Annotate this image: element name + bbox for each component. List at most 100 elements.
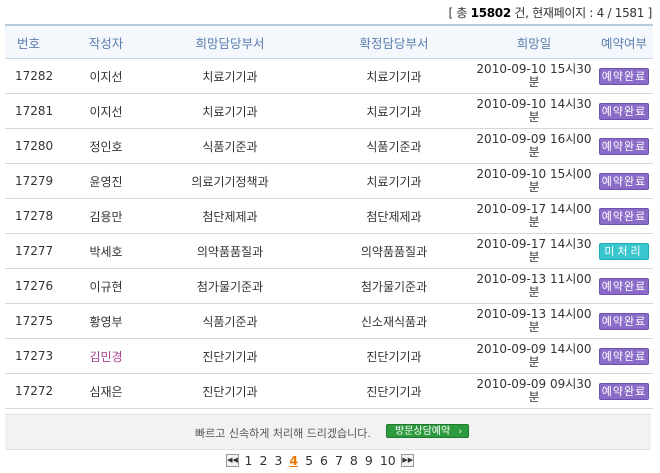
cell-status: 예약완료 (595, 198, 653, 234)
page-link[interactable]: 10 (380, 453, 396, 468)
banner-message: 빠르고 신속하게 처리해 드리겠습니다. (195, 427, 371, 440)
table-row[interactable]: 17272 심재은 진단기기과 진단기기과 2010-09-09 09시30 분 예약완료 (5, 373, 653, 409)
date-line-2: 분 (528, 250, 540, 264)
cell-date: 2010-09-10 15시30 분 (473, 58, 595, 94)
table-row[interactable]: 17276 이규현 첨가물기준과 첨가물기준과 2010-09-13 11시00 분 예약완… (5, 268, 653, 304)
header-writer: 작성자 (67, 24, 145, 59)
cell-status: 예약완료 (595, 93, 653, 129)
cell-want-dept: 의약품품질과 (145, 233, 315, 269)
date-line-2: 분 (528, 180, 540, 194)
cell-date: 2010-09-17 14시00 분 (473, 198, 595, 234)
status-badge[interactable]: 미처리 (599, 242, 649, 260)
date-line-2: 분 (528, 215, 540, 229)
arrow-right-icon: › (458, 427, 462, 437)
page-link[interactable]: 7 (335, 453, 343, 468)
cell-fixed-dept: 진단기기과 (315, 338, 473, 374)
cell-want-dept: 진단기기과 (145, 373, 315, 409)
cell-fixed-dept: 치료기기과 (315, 93, 473, 129)
cell-status: 예약완료 (595, 128, 653, 164)
current-page-link[interactable]: 4 (289, 453, 298, 468)
status-badge[interactable]: 예약완료 (599, 102, 649, 120)
visit-consult-button[interactable]: 방문상담예약 › (386, 424, 469, 438)
cell-no: 17277 (5, 233, 67, 269)
cell-fixed-dept: 치료기기과 (315, 58, 473, 94)
table-row[interactable]: 17278 김용만 첨단제제과 첨단제제과 2010-09-17 14시00 분 예약완료 (5, 198, 653, 234)
page-link[interactable]: 1 (245, 453, 253, 468)
cell-date: 2010-09-13 11시00 분 (473, 268, 595, 304)
cell-writer: 박세호 (67, 233, 145, 269)
first-page-button[interactable]: ◀◀ (226, 453, 239, 467)
date-line-2: 분 (528, 355, 540, 369)
cell-fixed-dept: 신소재식품과 (315, 303, 473, 339)
cell-date: 2010-09-09 09시30 분 (473, 373, 595, 409)
cell-no: 17272 (5, 373, 67, 409)
cell-want-dept: 의료기기정책과 (145, 163, 315, 199)
date-line-2: 분 (528, 110, 540, 124)
page-link[interactable]: 6 (320, 453, 328, 468)
cell-no: 17273 (5, 338, 67, 374)
cell-fixed-dept: 식품기준과 (315, 128, 473, 164)
cell-status: 미처리 (595, 233, 653, 269)
table-header-row: 번호 작성자 희망담당부서 확정담당부서 희망일 예약여부 (5, 24, 653, 59)
page-link[interactable]: 2 (259, 453, 267, 468)
table-row[interactable]: 17279 윤영진 의료기기정책과 치료기기과 2010-09-10 15시00 분 예약완… (5, 163, 653, 199)
date-line-2: 분 (528, 320, 540, 334)
page-link[interactable]: 8 (350, 453, 358, 468)
table-row[interactable]: 17281 이지선 치료기기과 치료기기과 2010-09-10 14시30 분 예약완료 (5, 93, 653, 129)
table-row[interactable]: 17273 김민경 진단기기과 진단기기과 2010-09-09 14시00 분 예약완료 (5, 338, 653, 374)
cell-date: 2010-09-09 16시00 분 (473, 128, 595, 164)
cell-no: 17279 (5, 163, 67, 199)
page-link[interactable]: 9 (365, 453, 373, 468)
cell-no: 17275 (5, 303, 67, 339)
status-badge[interactable]: 예약완료 (599, 382, 649, 400)
table-row[interactable]: 17280 정인호 식품기준과 식품기준과 2010-09-09 16시00 분 예약완료 (5, 128, 653, 164)
status-badge[interactable]: 예약완료 (599, 172, 649, 190)
status-badge[interactable]: 예약완료 (599, 137, 649, 155)
table-row[interactable]: 17277 박세호 의약품품질과 의약품품질과 2010-09-17 14시30 분 미처리 (5, 233, 653, 269)
date-line-2: 분 (528, 390, 540, 404)
cell-fixed-dept: 치료기기과 (315, 163, 473, 199)
page-link[interactable]: 3 (274, 453, 282, 468)
cell-fixed-dept: 첨가물기준과 (315, 268, 473, 304)
header-no: 번호 (5, 24, 67, 59)
cell-status: 예약완료 (595, 268, 653, 304)
cell-writer: 이규현 (67, 268, 145, 304)
reservation-table: 번호 작성자 희망담당부서 확정담당부서 희망일 예약여부 17282 이지선 치료… (5, 24, 653, 409)
cell-status: 예약완료 (595, 338, 653, 374)
cell-date: 2010-09-13 14시00 분 (473, 303, 595, 339)
cell-date: 2010-09-10 14시30 분 (473, 93, 595, 129)
table-row[interactable]: 17282 이지선 치료기기과 치료기기과 2010-09-10 15시30 분 예약완료 (5, 58, 653, 94)
cell-fixed-dept: 의약품품질과 (315, 233, 473, 269)
cell-writer: 심재은 (67, 373, 145, 409)
status-badge[interactable]: 예약완료 (599, 277, 649, 295)
last-page-button[interactable]: ▶▶ (401, 453, 415, 467)
pagination: ◀◀ 1 2 3 4 5 6 7 8 9 10 ▶▶ (224, 452, 416, 468)
cell-date: 2010-09-17 14시30 분 (473, 233, 595, 269)
table-row[interactable]: 17275 황영부 식품기준과 신소재식품과 2010-09-13 14시00 분 예약완료 (5, 303, 653, 339)
cell-writer: 김민경 (67, 338, 145, 374)
date-line-2: 분 (528, 75, 540, 89)
cell-no: 17280 (5, 128, 67, 164)
header-fixed-dept: 확정담당부서 (315, 24, 473, 59)
date-line-2: 분 (528, 145, 540, 159)
status-badge[interactable]: 예약완료 (599, 347, 649, 365)
cell-writer: 이지선 (67, 93, 145, 129)
status-badge[interactable]: 예약완료 (599, 67, 649, 85)
page: [ 총 15802 건, 현재페이지 : 4 / 1581 ] 번호 작성자 희… (0, 0, 660, 473)
page-link[interactable]: 5 (305, 453, 313, 468)
total-count: 15802 (470, 6, 512, 20)
header-status: 예약여부 (595, 24, 653, 59)
consult-banner: 빠르고 신속하게 처리해 드리겠습니다. 방문상담예약 › (5, 414, 651, 450)
list-summary: [ 총 15802 건, 현재페이지 : 4 / 1581 ] (448, 4, 652, 21)
page-number-list: 1 2 3 4 5 6 7 8 9 10 (241, 453, 399, 468)
cell-want-dept: 식품기준과 (145, 128, 315, 164)
status-badge[interactable]: 예약완료 (599, 207, 649, 225)
header-want-dept: 희망담당부서 (145, 24, 315, 59)
cell-status: 예약완료 (595, 163, 653, 199)
cell-want-dept: 첨가물기준과 (145, 268, 315, 304)
cell-writer: 황영부 (67, 303, 145, 339)
cell-writer: 이지선 (67, 58, 145, 94)
cell-want-dept: 치료기기과 (145, 93, 315, 129)
status-badge[interactable]: 예약완료 (599, 312, 649, 330)
cell-writer: 윤영진 (67, 163, 145, 199)
